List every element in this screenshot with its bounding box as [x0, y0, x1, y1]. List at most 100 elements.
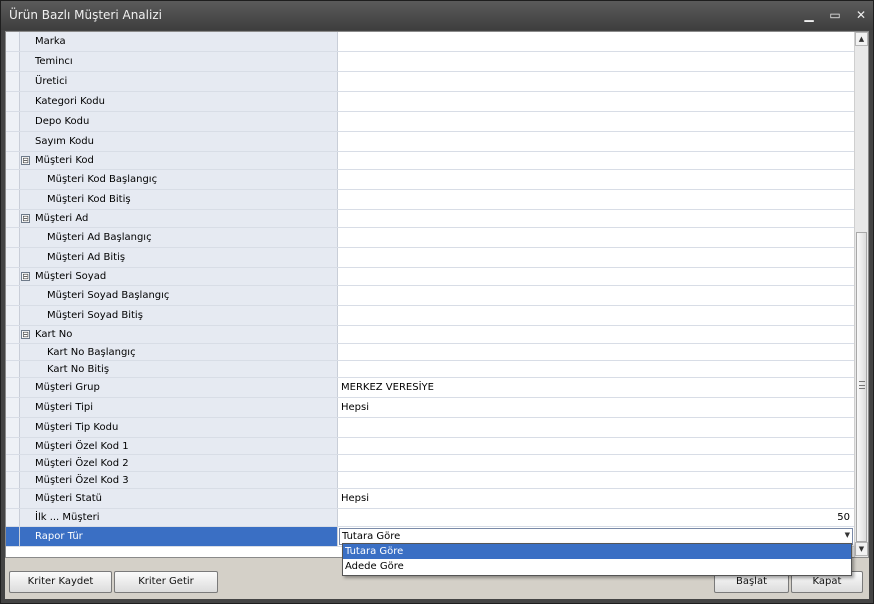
property-label-cell[interactable]: Müşteri Özel Kod 2 [20, 455, 338, 471]
property-label: Müşteri Tip Kodu [35, 422, 119, 433]
scroll-down-icon[interactable]: ▼ [855, 542, 868, 556]
property-label-cell[interactable]: Rapor Tür [20, 527, 338, 546]
property-value-cell[interactable] [338, 152, 854, 169]
property-row[interactable]: Müşteri Soyad Bitiş [6, 306, 854, 326]
load-criteria-button[interactable]: Kriter Getir [114, 571, 218, 593]
property-label-cell[interactable]: İlk ... Müşteri [20, 509, 338, 526]
property-row[interactable]: Müşteri Grup MERKEZ VERESİYE [6, 378, 854, 398]
save-criteria-button[interactable]: Kriter Kaydet [9, 571, 112, 593]
property-value-cell[interactable] [338, 170, 854, 189]
property-label-cell[interactable]: Depo Kodu [20, 112, 338, 131]
property-value-cell[interactable] [338, 132, 854, 151]
property-value-cell[interactable] [338, 361, 854, 377]
property-label-cell[interactable]: Kart No Bitiş [20, 361, 338, 377]
property-label-cell[interactable]: Marka [20, 32, 338, 51]
property-row[interactable]: Marka [6, 32, 854, 52]
property-label-cell[interactable]: Müşteri Özel Kod 1 [20, 438, 338, 454]
property-row[interactable]: İlk ... Müşteri 50 [6, 509, 854, 527]
property-row[interactable]: Depo Kodu [6, 112, 854, 132]
property-label-cell[interactable]: Müşteri Statü [20, 489, 338, 508]
property-row[interactable]: Müşteri Tipi Hepsi [6, 398, 854, 418]
property-label-cell[interactable]: Müşteri Tipi [20, 398, 338, 417]
property-value-cell[interactable] [338, 92, 854, 111]
row-gutter [6, 248, 20, 267]
dropdown-option-adede-gore[interactable]: Adede Göre [343, 559, 851, 574]
property-row[interactable]: Sayım Kodu [6, 132, 854, 152]
property-value-cell[interactable] [338, 72, 854, 91]
property-value-cell[interactable] [338, 286, 854, 305]
property-value-cell[interactable]: Hepsi [338, 489, 854, 508]
property-label-cell[interactable]: ⊟ Müşteri Soyad [20, 268, 338, 285]
property-value-cell[interactable] [338, 455, 854, 471]
property-row[interactable]: ⊟ Kart No [6, 326, 854, 344]
property-value-cell[interactable] [338, 32, 854, 51]
property-label-cell[interactable]: Müşteri Ad Başlangıç [20, 228, 338, 247]
property-value-cell[interactable] [338, 52, 854, 71]
property-row[interactable]: Kart No Bitiş [6, 361, 854, 378]
property-row[interactable]: ⊟ Müşteri Soyad [6, 268, 854, 286]
vertical-scrollbar[interactable]: ▲ ▼ [854, 32, 868, 557]
property-row[interactable]: Müşteri Kod Başlangıç [6, 170, 854, 190]
property-row[interactable]: Müşteri Soyad Başlangıç [6, 286, 854, 306]
report-window: Ürün Bazlı Müşteri Analizi ▁ ▭ ✕ Marka Te… [0, 0, 874, 604]
property-row[interactable]: Üretici [6, 72, 854, 92]
property-row[interactable]: Müşteri Özel Kod 1 [6, 438, 854, 455]
property-value-cell[interactable] [338, 112, 854, 131]
property-label-cell[interactable]: Temincı [20, 52, 338, 71]
property-label-cell[interactable]: Müşteri Soyad Başlangıç [20, 286, 338, 305]
property-value-cell[interactable] [338, 438, 854, 454]
property-value-cell[interactable] [338, 190, 854, 209]
collapse-icon[interactable]: ⊟ [21, 155, 30, 165]
chevron-down-icon[interactable]: ▼ [845, 531, 850, 539]
property-row[interactable]: Müşteri Statü Hepsi [6, 489, 854, 509]
property-value-cell[interactable] [338, 306, 854, 325]
property-value-cell[interactable] [338, 210, 854, 227]
property-row[interactable]: Kart No Başlangıç [6, 344, 854, 361]
property-label-cell[interactable]: Müşteri Grup [20, 378, 338, 397]
property-row[interactable]: Müşteri Ad Bitiş [6, 248, 854, 268]
property-row[interactable]: Müşteri Tip Kodu [6, 418, 854, 438]
property-label-cell[interactable]: ⊟ Müşteri Kod [20, 152, 338, 169]
property-label-cell[interactable]: Müşteri Ad Bitiş [20, 248, 338, 267]
scroll-up-icon[interactable]: ▲ [855, 32, 868, 46]
property-label-cell[interactable]: Müşteri Kod Bitiş [20, 190, 338, 209]
property-value-cell[interactable]: MERKEZ VERESİYE [338, 378, 854, 397]
property-value-cell[interactable] [338, 248, 854, 267]
property-row[interactable]: Müşteri Ad Başlangıç [6, 228, 854, 248]
title-bar[interactable]: Ürün Bazlı Müşteri Analizi ▁ ▭ ✕ [1, 1, 873, 30]
property-row[interactable]: Müşteri Özel Kod 2 [6, 455, 854, 472]
property-label-cell[interactable]: Müşteri Soyad Bitiş [20, 306, 338, 325]
property-value-cell[interactable] [338, 326, 854, 343]
property-label-cell[interactable]: Müşteri Kod Başlangıç [20, 170, 338, 189]
property-row[interactable]: ⊟ Müşteri Ad [6, 210, 854, 228]
property-label-cell[interactable]: Müşteri Özel Kod 3 [20, 472, 338, 488]
scroll-thumb[interactable] [856, 232, 867, 542]
property-label-cell[interactable]: Üretici [20, 72, 338, 91]
collapse-icon[interactable]: ⊟ [21, 271, 30, 281]
maximize-icon[interactable]: ▭ [827, 7, 843, 23]
property-label-cell[interactable]: Kart No Başlangıç [20, 344, 338, 360]
dropdown-option-tutara-gore[interactable]: Tutara Göre [343, 544, 851, 559]
row-gutter [6, 268, 20, 285]
property-row[interactable]: Müşteri Özel Kod 3 [6, 472, 854, 489]
property-label-cell[interactable]: Kategori Kodu [20, 92, 338, 111]
property-value-cell[interactable] [338, 344, 854, 360]
property-row[interactable]: Kategori Kodu [6, 92, 854, 112]
property-value-cell[interactable]: Hepsi [338, 398, 854, 417]
collapse-icon[interactable]: ⊟ [21, 213, 30, 223]
property-label-cell[interactable]: Sayım Kodu [20, 132, 338, 151]
property-label-cell[interactable]: Müşteri Tip Kodu [20, 418, 338, 437]
property-value-cell[interactable] [338, 418, 854, 437]
close-icon[interactable]: ✕ [853, 7, 869, 23]
minimize-icon[interactable]: ▁ [801, 7, 817, 23]
property-label-cell[interactable]: ⊟ Müşteri Ad [20, 210, 338, 227]
property-row[interactable]: ⊟ Müşteri Kod [6, 152, 854, 170]
property-label-cell[interactable]: ⊟ Kart No [20, 326, 338, 343]
collapse-icon[interactable]: ⊟ [21, 329, 30, 339]
property-row[interactable]: Temincı [6, 52, 854, 72]
property-value-cell[interactable] [338, 472, 854, 488]
property-value-cell[interactable] [338, 268, 854, 285]
property-value-cell[interactable] [338, 228, 854, 247]
property-row[interactable]: Müşteri Kod Bitiş [6, 190, 854, 210]
property-value-cell[interactable]: 50 [338, 509, 854, 526]
